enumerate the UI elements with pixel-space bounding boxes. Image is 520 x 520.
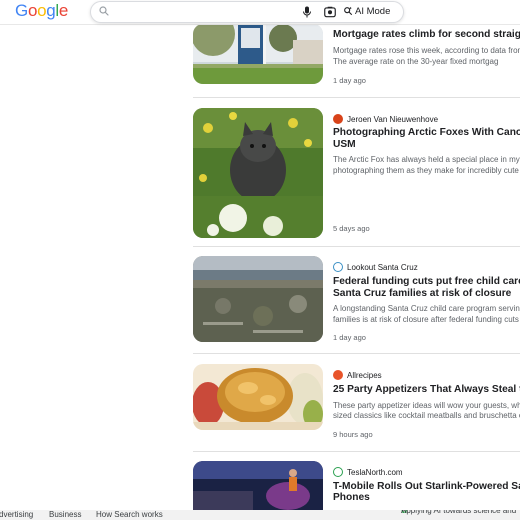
news-card[interactable]: Lookout Santa Cruz Federal funding cuts …	[193, 256, 520, 346]
news-card[interactable]: TeslaNorth.com T-Mobile Rolls Out Starli…	[193, 461, 520, 510]
article-title[interactable]: Photographing Arctic Foxes With Canon RF…	[333, 127, 520, 139]
article-time: 1 day ago	[333, 76, 366, 85]
footer: dvertising Business How Search works ✿ A…	[0, 510, 520, 520]
ai-mode-button[interactable]: AI Mode	[343, 4, 397, 20]
source-favicon	[333, 370, 343, 380]
article-source: Lookout Santa Cruz	[333, 262, 418, 272]
article-source: Allrecipes	[333, 370, 382, 380]
article-title-cont[interactable]: Phones	[333, 492, 520, 504]
divider	[193, 246, 520, 247]
article-source: Jeroen Van Nieuwenhove	[333, 114, 438, 124]
ai-mode-icon	[344, 7, 353, 16]
footer-advertising-link[interactable]: dvertising	[0, 510, 33, 520]
article-time: 1 day ago	[333, 333, 366, 342]
article-source: TeslaNorth.com	[333, 467, 403, 477]
source-favicon	[333, 114, 343, 124]
news-card[interactable]: Jeroen Van Nieuwenhove Photographing Arc…	[193, 108, 520, 240]
ai-mode-label: AI Mode	[355, 6, 391, 17]
microphone-icon[interactable]	[301, 5, 313, 19]
divider	[193, 451, 520, 452]
article-snippet: Mortgage rates rose this week, according…	[333, 46, 520, 55]
article-snippet: families is at risk of closure after fed…	[333, 315, 520, 324]
source-favicon	[333, 262, 343, 272]
source-favicon	[333, 467, 343, 477]
camera-lens-icon[interactable]	[323, 5, 337, 19]
article-title-cont[interactable]: USM	[333, 139, 520, 151]
search-icon	[99, 6, 109, 16]
article-time: 5 days ago	[333, 224, 370, 233]
google-logo[interactable]: Google	[15, 1, 68, 21]
article-snippet: The average rate on the 30-year fixed mo…	[333, 57, 499, 66]
article-thumbnail[interactable]	[193, 461, 323, 510]
article-snippet: The Arctic Fox has always held a special…	[333, 155, 520, 164]
footer-business-link[interactable]: Business	[49, 510, 81, 520]
news-card[interactable]: Mortgage rates climb for second straight…	[193, 24, 520, 90]
footer-how-search-works-link[interactable]: How Search works	[96, 510, 163, 520]
news-card[interactable]: Allrecipes 25 Party Appetizers That Alwa…	[193, 364, 520, 444]
article-thumbnail[interactable]	[193, 24, 323, 84]
article-thumbnail[interactable]	[193, 256, 323, 342]
article-title[interactable]: Mortgage rates climb for second straight…	[333, 29, 520, 41]
article-time: 9 hours ago	[333, 430, 373, 439]
divider	[193, 97, 520, 98]
article-thumbnail[interactable]	[193, 108, 323, 238]
article-title[interactable]: 25 Party Appetizers That Always Steal th…	[333, 384, 520, 396]
article-snippet: photographing them as they make for incr…	[333, 166, 520, 175]
article-thumbnail[interactable]	[193, 364, 323, 430]
top-bar: Google AI Mode	[0, 0, 520, 25]
article-title-cont[interactable]: Santa Cruz families at risk of closure	[333, 288, 520, 300]
article-snippet: A longstanding Santa Cruz child care pro…	[333, 304, 520, 313]
divider	[193, 353, 520, 354]
search-box[interactable]: AI Mode	[90, 1, 404, 23]
search-input[interactable]	[113, 4, 307, 20]
article-snippet: sized classics like cocktail meatballs a…	[333, 411, 520, 420]
article-title[interactable]: Federal funding cuts put free child care…	[333, 276, 520, 288]
